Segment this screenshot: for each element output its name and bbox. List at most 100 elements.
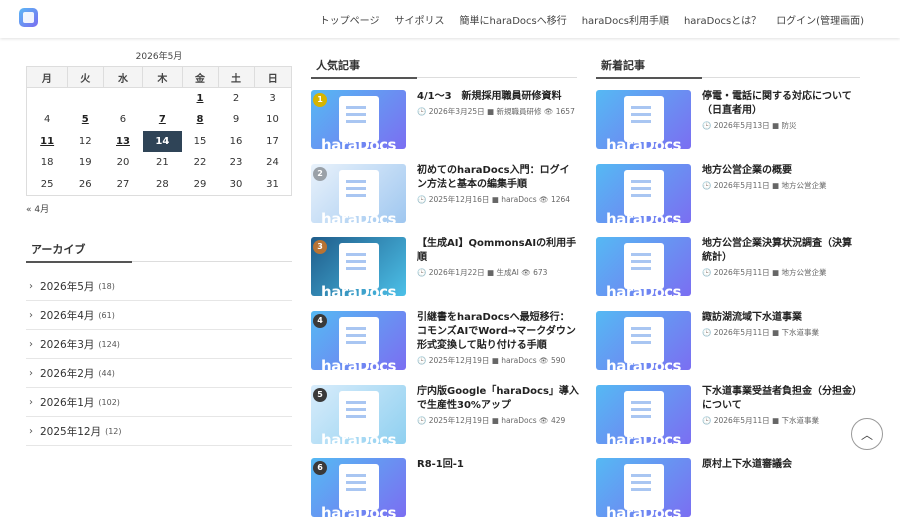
site-logo[interactable]: [19, 8, 38, 27]
recent-heading: 新着記事: [596, 52, 860, 79]
article-title[interactable]: 引継書をharaDocsへ最短移行：コモンズAIでWord→マークダウン形式変換…: [417, 311, 579, 353]
calendar-table: 月火水木金土日 1 2 3 4 5 6 7 8 9 10 11 12 13 14 15 16 17 18 19 20 2…: [26, 66, 292, 196]
article-thumbnail[interactable]: haraDocs 6: [311, 458, 406, 517]
recent-article-card[interactable]: haraDocs 停電・電話に関する対応について（日直者用） 🕒 2026年5月13…: [596, 90, 864, 152]
weekday-header: 火: [66, 66, 104, 88]
article-title[interactable]: R8-1回-1: [417, 458, 579, 472]
nav-login[interactable]: ログイン(管理画面): [776, 12, 864, 27]
rank-badge: 4: [313, 314, 327, 328]
calendar-day[interactable]: 5: [67, 109, 103, 131]
chevron-right-icon: ›: [29, 338, 33, 350]
article-title[interactable]: 地方公営企業決算状況調査（決算統計）: [702, 237, 860, 265]
recent-article-card[interactable]: haraDocs 原村上下水道審議会: [596, 458, 864, 520]
article-thumbnail[interactable]: haraDocs 2: [311, 164, 406, 223]
article-thumbnail[interactable]: haraDocs 3: [311, 237, 406, 296]
calendar-prev-month-link[interactable]: « 4月: [26, 202, 49, 215]
article-thumbnail[interactable]: haraDocs: [596, 385, 691, 444]
calendar-day: 31: [266, 178, 279, 190]
article-title[interactable]: 停電・電話に関する対応について（日直者用）: [702, 90, 860, 118]
popular-article-card[interactable]: haraDocs 6 R8-1回-1: [311, 458, 579, 520]
archive-item-label: 2025年12月: [40, 425, 102, 438]
article-thumbnail[interactable]: haraDocs: [596, 311, 691, 370]
article-title[interactable]: 【生成AI】QommonsAIの利用手順: [417, 237, 579, 265]
thumbnail-brand-text: haraDocs: [606, 210, 681, 223]
article-title[interactable]: 原村上下水道審議会: [702, 458, 860, 472]
article-thumbnail[interactable]: haraDocs 4: [311, 311, 406, 370]
article-meta: 🕒 2026年5月13日 ■ 防災: [702, 121, 797, 130]
nav-usage[interactable]: haraDocs利用手順: [582, 12, 669, 27]
nav-saipolis[interactable]: サイポリス: [394, 12, 444, 27]
article-title[interactable]: 地方公営企業の概要: [702, 164, 860, 178]
thumbnail-brand-text: haraDocs: [606, 357, 681, 370]
thumbnail-brand-text: haraDocs: [321, 504, 396, 517]
calendar-today: 14: [142, 130, 182, 152]
article-thumbnail[interactable]: haraDocs: [596, 237, 691, 296]
article-title[interactable]: 下水道事業受益者負担金（分担金）について: [702, 385, 860, 413]
weekday-header: 土: [217, 66, 255, 88]
popular-article-card[interactable]: haraDocs 4 引継書をharaDocsへ最短移行：コモンズAIでWord→マ…: [311, 311, 579, 373]
recent-article-card[interactable]: haraDocs 地方公営企業の概要 🕒 2026年5月11日 ■ 地方公営企業: [596, 164, 864, 226]
article-meta: 🕒 2025年12月19日 ■ haraDocs 👁 590: [417, 356, 566, 365]
chevron-right-icon: ›: [29, 309, 33, 321]
calendar-day: 29: [193, 178, 207, 190]
scroll-to-top-button[interactable]: ︿: [851, 418, 883, 450]
thumbnail-brand-text: haraDocs: [606, 283, 681, 296]
popular-heading: 人気記事: [311, 52, 577, 79]
calendar-day[interactable]: 7: [143, 109, 182, 131]
thumbnail-brand-text: haraDocs: [606, 504, 681, 517]
archive-item-label: 2026年4月: [40, 309, 95, 322]
calendar-empty: [143, 88, 182, 110]
calendar-day[interactable]: 8: [182, 109, 218, 131]
article-title[interactable]: 諏訪湖流域下水道事業: [702, 311, 860, 325]
weekday-header: 木: [142, 66, 183, 88]
calendar-day: 28: [155, 178, 169, 190]
calendar-day: 20: [116, 157, 130, 169]
archive-item[interactable]: › 2026年1月 (102): [26, 388, 292, 417]
article-meta: 🕒 2026年3月25日 ■ 新規職員研修 👁 1657: [417, 107, 575, 116]
archive-item-count: (61): [98, 310, 115, 320]
calendar-day: 6: [119, 114, 127, 126]
rank-badge: 3: [313, 240, 327, 254]
article-thumbnail[interactable]: haraDocs 1: [311, 90, 406, 149]
recent-article-card[interactable]: haraDocs 地方公営企業決算状況調査（決算統計） 🕒 2026年5月11日 ■…: [596, 237, 864, 299]
article-meta: 🕒 2026年5月11日 ■ 下水道事業: [702, 328, 819, 337]
article-title[interactable]: 初めてのharaDocs入門：ログイン方法と基本の編集手順: [417, 164, 579, 192]
popular-article-card[interactable]: haraDocs 3 【生成AI】QommonsAIの利用手順 🕒 2026年1月22…: [311, 237, 579, 299]
archive-heading: アーカイブ: [26, 236, 292, 263]
archive-item[interactable]: › 2025年12月 (12): [26, 417, 292, 446]
article-meta: 🕒 2026年5月11日 ■ 下水道事業: [702, 416, 819, 425]
nav-top-page[interactable]: トップページ: [320, 12, 380, 27]
article-thumbnail[interactable]: haraDocs 5: [311, 385, 406, 444]
popular-heading-text: 人気記事: [316, 59, 360, 72]
main-nav: トップページ サイポリス 簡単にharaDocsへ移行 haraDocs利用手順…: [320, 0, 864, 38]
thumbnail-brand-text: haraDocs: [321, 136, 396, 149]
calendar-day[interactable]: 1: [182, 88, 218, 110]
thumbnail-brand-text: haraDocs: [321, 431, 396, 444]
archive-item[interactable]: › 2026年2月 (44): [26, 359, 292, 388]
calendar-day: 19: [78, 157, 92, 169]
popular-article-card[interactable]: haraDocs 5 庁内版Google「haraDocs」導入で生産性30%アップ…: [311, 385, 579, 447]
calendar-day: 30: [229, 178, 243, 190]
article-thumbnail[interactable]: haraDocs: [596, 164, 691, 223]
recent-article-card[interactable]: haraDocs 諏訪湖流域下水道事業 🕒 2026年5月11日 ■ 下水道事業: [596, 311, 864, 373]
recent-article-card[interactable]: haraDocs 下水道事業受益者負担金（分担金）について 🕒 2026年5月11日…: [596, 385, 864, 447]
nav-about[interactable]: haraDocsとは？: [684, 12, 761, 27]
thumbnail-brand-text: haraDocs: [321, 357, 396, 370]
article-title[interactable]: 4/1～3 新規採用職員研修資料: [417, 90, 579, 104]
nav-migrate[interactable]: 簡単にharaDocsへ移行: [459, 12, 566, 27]
article-title[interactable]: 庁内版Google「haraDocs」導入で生産性30%アップ: [417, 385, 579, 413]
article-thumbnail[interactable]: haraDocs: [596, 90, 691, 149]
calendar-day[interactable]: 11: [27, 131, 68, 153]
archive-item[interactable]: › 2026年4月 (61): [26, 301, 292, 330]
calendar-day: 25: [40, 178, 54, 190]
article-meta: 🕒 2026年5月11日 ■ 地方公営企業: [702, 181, 827, 190]
archive-item[interactable]: › 2026年3月 (124): [26, 330, 292, 359]
popular-article-card[interactable]: haraDocs 2 初めてのharaDocs入門：ログイン方法と基本の編集手順 🕒 …: [311, 164, 579, 226]
calendar-day: 17: [266, 135, 279, 147]
calendar-day: 15: [193, 135, 207, 147]
calendar-day: 9: [232, 114, 240, 126]
archive-item[interactable]: › 2026年5月 (18): [26, 272, 292, 301]
article-thumbnail[interactable]: haraDocs: [596, 458, 691, 517]
popular-article-card[interactable]: haraDocs 1 4/1～3 新規採用職員研修資料 🕒 2026年3月25日 ■ …: [311, 90, 579, 152]
calendar-day[interactable]: 13: [103, 131, 142, 153]
